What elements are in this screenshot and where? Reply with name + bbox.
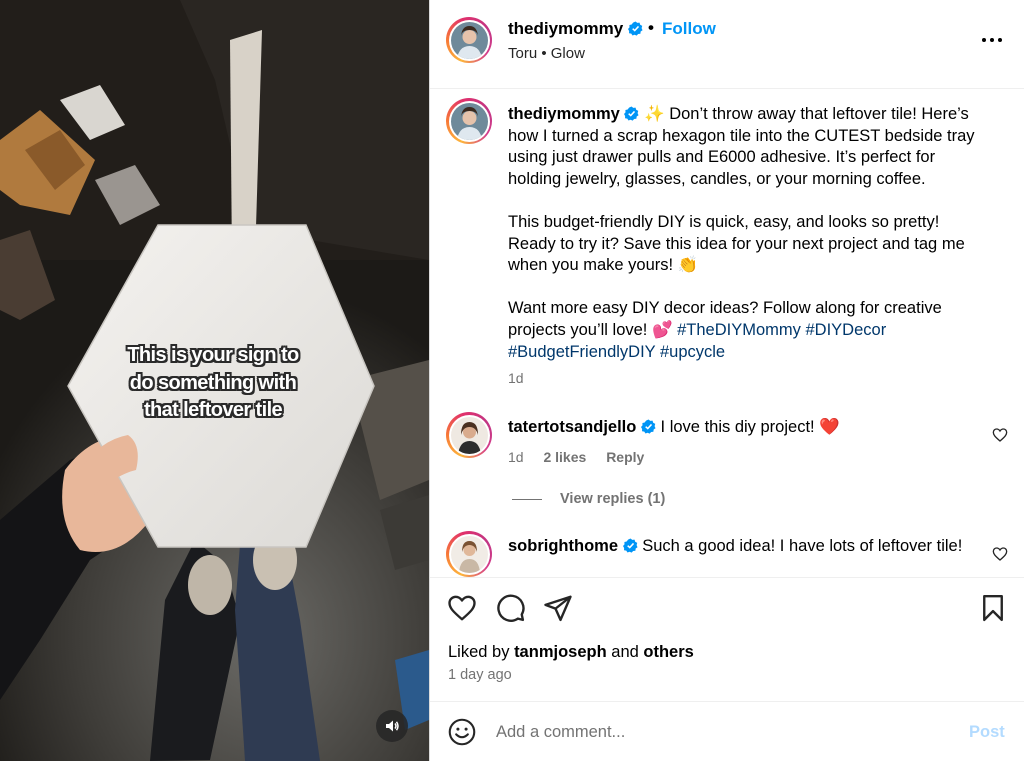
avatar[interactable] (446, 17, 492, 63)
profile-photo-icon (450, 102, 488, 140)
separator-dot: • (648, 18, 654, 37)
caption-timestamp[interactable]: 1d (508, 370, 524, 386)
more-options-icon[interactable] (980, 30, 1004, 50)
hashtag-link[interactable]: #DIYDecor (806, 321, 887, 339)
caption-paragraph: This budget-friendly DIY is quick, easy,… (508, 212, 965, 275)
comment-input[interactable] (496, 720, 936, 744)
post-details-panel: thediymommy • Follow Toru • Glow thediym… (429, 0, 1024, 761)
comment-likes[interactable]: 2 likes (543, 449, 586, 465)
replies-divider (512, 498, 542, 500)
video-caption-overlay: This is your sign to do something with t… (100, 342, 326, 425)
overlay-line: do something with (129, 371, 297, 394)
post-timestamp[interactable]: 1 day ago (448, 667, 512, 683)
emoji-picker-icon[interactable] (448, 718, 476, 746)
caption-username[interactable]: thediymommy (508, 105, 620, 123)
profile-photo-icon (450, 416, 488, 454)
comment-meta: 1d 2 likes Reply (508, 449, 644, 465)
avatar[interactable] (446, 412, 492, 458)
view-replies-button[interactable]: View replies (1) (512, 491, 665, 507)
verified-badge-icon (627, 21, 643, 36)
liked-by-summary: Liked by tanmjoseph and others (448, 643, 694, 661)
profile-photo-icon (450, 535, 488, 573)
audio-track-link[interactable]: Toru • Glow (508, 45, 585, 62)
share-send-icon[interactable] (543, 593, 573, 623)
follow-button[interactable]: Follow (662, 19, 716, 39)
caption-text: thediymommy ✨ Don’t throw away that left… (508, 104, 988, 363)
comments-list[interactable]: thediymommy ✨ Don’t throw away that left… (430, 90, 1024, 577)
comment-bubble-icon[interactable] (496, 593, 526, 623)
verified-badge-icon (640, 419, 656, 434)
post-comment-button[interactable]: Post (969, 723, 1005, 742)
overlay-line: This is your sign to (127, 344, 299, 366)
post-header: thediymommy • Follow Toru • Glow (430, 0, 1024, 89)
reply-button[interactable]: Reply (606, 449, 644, 465)
hashtag-link[interactable]: #BudgetFriendlyDIY (508, 343, 655, 361)
avatar[interactable] (446, 531, 492, 577)
post-author-username[interactable]: thediymommy (508, 19, 643, 39)
comment-body: Such a good idea! I have lots of leftove… (642, 537, 963, 555)
hashtag-link[interactable]: #TheDIYMommy (677, 321, 801, 339)
liked-by-others-link[interactable]: others (643, 643, 693, 661)
comment-username[interactable]: tatertotsandjello (508, 418, 636, 436)
comment-text: sobrighthome Such a good idea! I have lo… (508, 536, 988, 558)
comment-username[interactable]: sobrighthome (508, 537, 618, 555)
comment-text: tatertotsandjello I love this diy projec… (508, 417, 988, 439)
liked-by-user-link[interactable]: tanmjoseph (514, 643, 607, 661)
verified-badge-icon (624, 106, 639, 121)
comment-body: I love this diy project! ❤️ (660, 418, 840, 436)
profile-photo-icon (450, 21, 488, 59)
bookmark-save-icon[interactable] (978, 593, 1008, 623)
reel-video[interactable]: This is your sign to do something with t… (0, 0, 429, 761)
like-heart-icon[interactable] (447, 593, 477, 623)
add-comment-bar: Post (430, 701, 1024, 761)
sparkle-emoji: ✨ (644, 105, 665, 123)
comment-timestamp[interactable]: 1d (508, 449, 524, 465)
avatar[interactable] (446, 98, 492, 144)
hashtag-link[interactable]: #upcycle (660, 343, 725, 361)
post-actions: Liked by tanmjoseph and others 1 day ago (430, 577, 1024, 701)
like-comment-heart-icon[interactable] (992, 427, 1008, 443)
speaker-icon (386, 720, 399, 732)
like-comment-heart-icon[interactable] (992, 546, 1008, 562)
mute-toggle-button[interactable] (376, 710, 408, 742)
overlay-line: that leftover tile (143, 399, 283, 421)
verified-badge-icon (622, 538, 638, 553)
